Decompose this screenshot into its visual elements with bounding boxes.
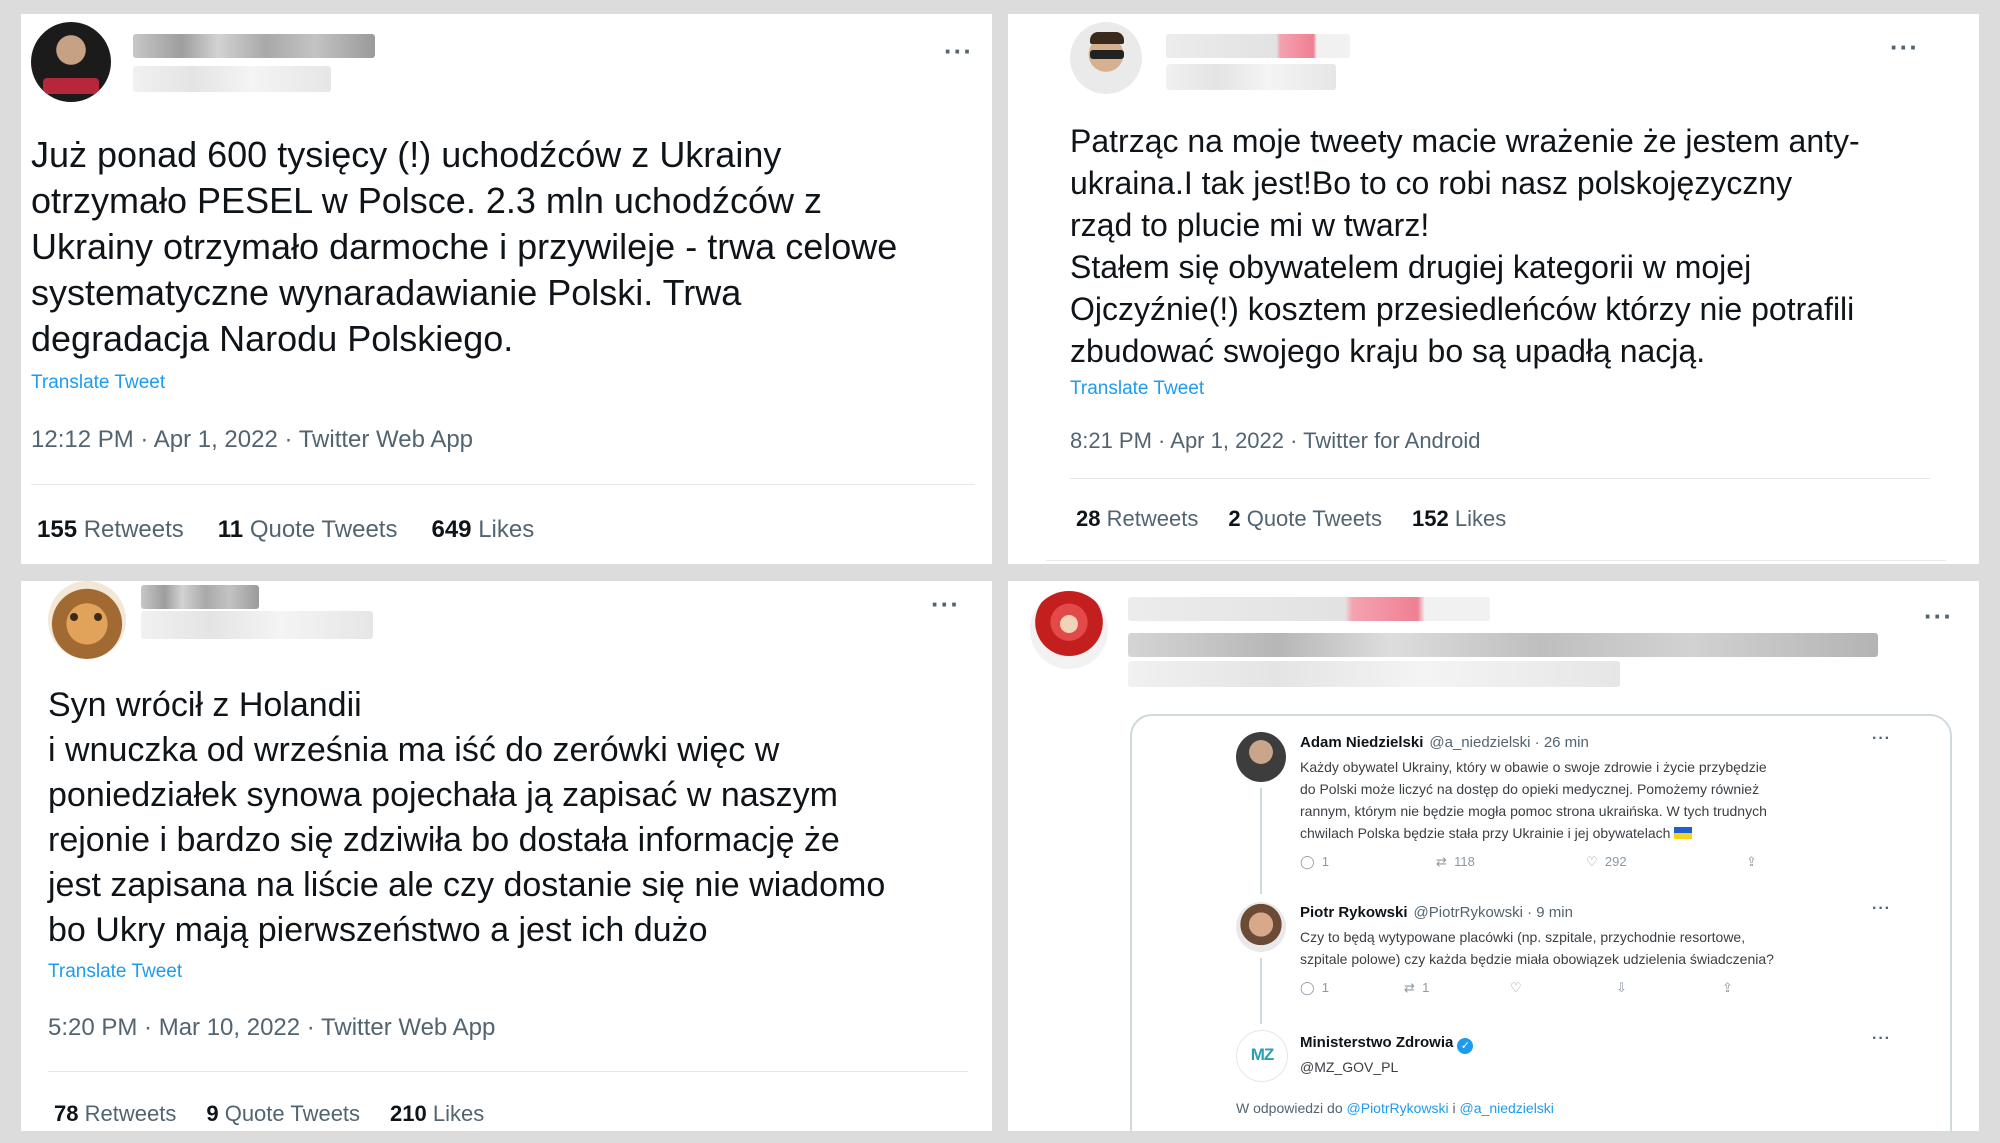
retweets-stat[interactable]: 155 Retweets bbox=[37, 516, 184, 544]
embedded-tweet-text: Każdy obywatel Ukrainy, który w obawie o… bbox=[1300, 759, 1767, 841]
tweet-timestamp[interactable]: 8:21 PM · Apr 1, 2022 · Twitter for Andr… bbox=[1070, 428, 1480, 454]
retweet-action[interactable]: ⇄ 1 bbox=[1404, 980, 1510, 996]
avatar-face bbox=[1060, 615, 1078, 633]
avatar[interactable] bbox=[31, 22, 111, 102]
blurred-handle-secondary bbox=[1128, 661, 1620, 687]
retweet-action[interactable]: ⇄ 118 bbox=[1436, 854, 1586, 870]
translate-tweet-link[interactable]: Translate Tweet bbox=[48, 961, 182, 983]
like-icon: ♡ bbox=[1586, 854, 1598, 869]
embedded-handle[interactable]: @MZ_GOV_PL bbox=[1300, 1056, 1398, 1078]
likes-stat[interactable]: 649 Likes bbox=[431, 516, 534, 544]
reply-action[interactable]: ◯ 1 bbox=[1300, 980, 1404, 996]
quote-tweets-stat[interactable]: 11 Quote Tweets bbox=[218, 516, 398, 544]
like-action[interactable]: ♡ 292 bbox=[1586, 854, 1746, 870]
avatar[interactable] bbox=[1070, 22, 1142, 94]
likes-stat[interactable]: 152 Likes bbox=[1412, 506, 1506, 532]
retweets-stat[interactable]: 78 Retweets bbox=[54, 1101, 176, 1127]
mention-link[interactable]: @a_niedzielski bbox=[1460, 1100, 1554, 1116]
reply-icon: ◯ bbox=[1300, 854, 1315, 869]
divider bbox=[1046, 560, 1946, 561]
avatar[interactable] bbox=[48, 581, 126, 659]
divider bbox=[31, 484, 975, 485]
tweet-card-3: ··· Syn wrócił z Holandii i wnuczka od w… bbox=[21, 581, 992, 1131]
more-icon[interactable]: ··· bbox=[1872, 900, 1891, 918]
reply-context: W odpowiedzi do @PiotrRykowski i @a_nied… bbox=[1236, 1100, 1554, 1116]
avatar-hair bbox=[1090, 32, 1124, 44]
avatar-shirt bbox=[43, 78, 99, 94]
thread-line bbox=[1260, 788, 1262, 894]
quote-tweets-stat[interactable]: 9 Quote Tweets bbox=[206, 1101, 360, 1127]
blurred-handle bbox=[1166, 64, 1336, 90]
thread-line bbox=[1260, 958, 1262, 1024]
more-icon[interactable]: ··· bbox=[1872, 730, 1891, 748]
blurred-handle bbox=[133, 66, 331, 92]
tweet-card-4: ··· Adam Niedzielski @a_niedzielski · 26 … bbox=[1008, 581, 1979, 1131]
embedded-actions: ◯ 1 ⇄ 1 ♡ ⇩ ⇪ bbox=[1300, 980, 1733, 996]
more-icon[interactable]: ··· bbox=[1872, 1030, 1891, 1048]
tweet-timestamp[interactable]: 5:20 PM · Mar 10, 2022 · Twitter Web App bbox=[48, 1014, 495, 1042]
embedded-author-name[interactable]: Ministerstwo Zdrowia ✓ bbox=[1300, 1034, 1474, 1054]
cat-eye-left bbox=[70, 613, 78, 621]
blurred-display-name bbox=[133, 34, 375, 58]
divider bbox=[48, 1071, 968, 1072]
more-icon[interactable]: ··· bbox=[931, 591, 960, 617]
retweets-stat[interactable]: 28 Retweets bbox=[1076, 506, 1198, 532]
blurred-handle bbox=[141, 611, 373, 639]
tweet-card-1: ··· Już ponad 600 tysięcy (!) uchodźców … bbox=[21, 14, 992, 564]
retweet-icon: ⇄ bbox=[1436, 854, 1447, 869]
blurred-handle bbox=[1128, 633, 1878, 657]
embedded-conversation[interactable]: Adam Niedzielski @a_niedzielski · 26 min … bbox=[1130, 714, 1952, 1131]
more-icon[interactable]: ··· bbox=[1924, 603, 1953, 629]
tweet-text: Już ponad 600 tysięcy (!) uchodźców z Uk… bbox=[31, 134, 898, 359]
tweet-text: Patrząc na moje tweety macie wrażenie że… bbox=[1070, 123, 1860, 369]
embedded-avatar[interactable] bbox=[1236, 732, 1286, 782]
sunglasses-icon bbox=[1090, 50, 1124, 59]
embedded-actions: ◯ 1 ⇄ 118 ♡ 292 ⇪ bbox=[1300, 854, 1757, 870]
like-icon[interactable]: ♡ bbox=[1510, 980, 1616, 996]
share-icon[interactable]: ⇪ bbox=[1722, 980, 1733, 996]
divider bbox=[1070, 478, 1930, 479]
embedded-tweet-text: Czy to będą wytypowane placówki (np. szp… bbox=[1300, 929, 1774, 967]
translate-tweet-link[interactable]: Translate Tweet bbox=[31, 372, 165, 394]
blurred-display-name bbox=[1128, 597, 1490, 621]
quote-tweets-stat[interactable]: 2 Quote Tweets bbox=[1228, 506, 1382, 532]
tweet-timestamp[interactable]: 12:12 PM · Apr 1, 2022 · Twitter Web App bbox=[31, 426, 473, 454]
verified-icon: ✓ bbox=[1457, 1038, 1474, 1054]
retweet-icon: ⇄ bbox=[1404, 980, 1415, 995]
tweet-card-2: ··· Patrząc na moje tweety macie wrażeni… bbox=[1008, 14, 1979, 564]
engagement-stats: 78 Retweets 9 Quote Tweets 210 Likes bbox=[54, 1101, 484, 1127]
embedded-author-name[interactable]: Piotr Rykowski @PiotrRykowski · 9 min bbox=[1300, 904, 1573, 921]
mention-link[interactable]: @PiotrRykowski bbox=[1347, 1100, 1449, 1116]
reply-icon: ◯ bbox=[1300, 980, 1315, 995]
share-icon[interactable]: ⇪ bbox=[1746, 854, 1757, 870]
embedded-avatar[interactable] bbox=[1236, 902, 1286, 952]
cat-eye-right bbox=[94, 613, 102, 621]
reply-action[interactable]: ◯ 1 bbox=[1300, 854, 1436, 870]
more-icon[interactable]: ··· bbox=[1890, 34, 1919, 60]
engagement-stats: 155 Retweets 11 Quote Tweets 649 Likes bbox=[37, 516, 534, 544]
embedded-avatar[interactable]: MZ bbox=[1236, 1030, 1288, 1082]
likes-stat[interactable]: 210 Likes bbox=[390, 1101, 484, 1127]
embedded-author-name[interactable]: Adam Niedzielski @a_niedzielski · 26 min bbox=[1300, 734, 1589, 751]
avatar[interactable] bbox=[1030, 591, 1108, 669]
ministry-logo: MZ bbox=[1250, 1045, 1275, 1064]
more-icon[interactable]: ··· bbox=[944, 38, 973, 64]
engagement-stats: 28 Retweets 2 Quote Tweets 152 Likes bbox=[1076, 506, 1506, 532]
download-icon[interactable]: ⇩ bbox=[1616, 980, 1722, 996]
translate-tweet-link[interactable]: Translate Tweet bbox=[1070, 378, 1204, 400]
tweet-text: Syn wrócił z Holandii i wnuczka od wrześ… bbox=[48, 686, 886, 949]
blurred-display-name bbox=[1166, 34, 1350, 58]
ukraine-flag-icon bbox=[1674, 827, 1693, 839]
blurred-display-name bbox=[141, 585, 259, 609]
